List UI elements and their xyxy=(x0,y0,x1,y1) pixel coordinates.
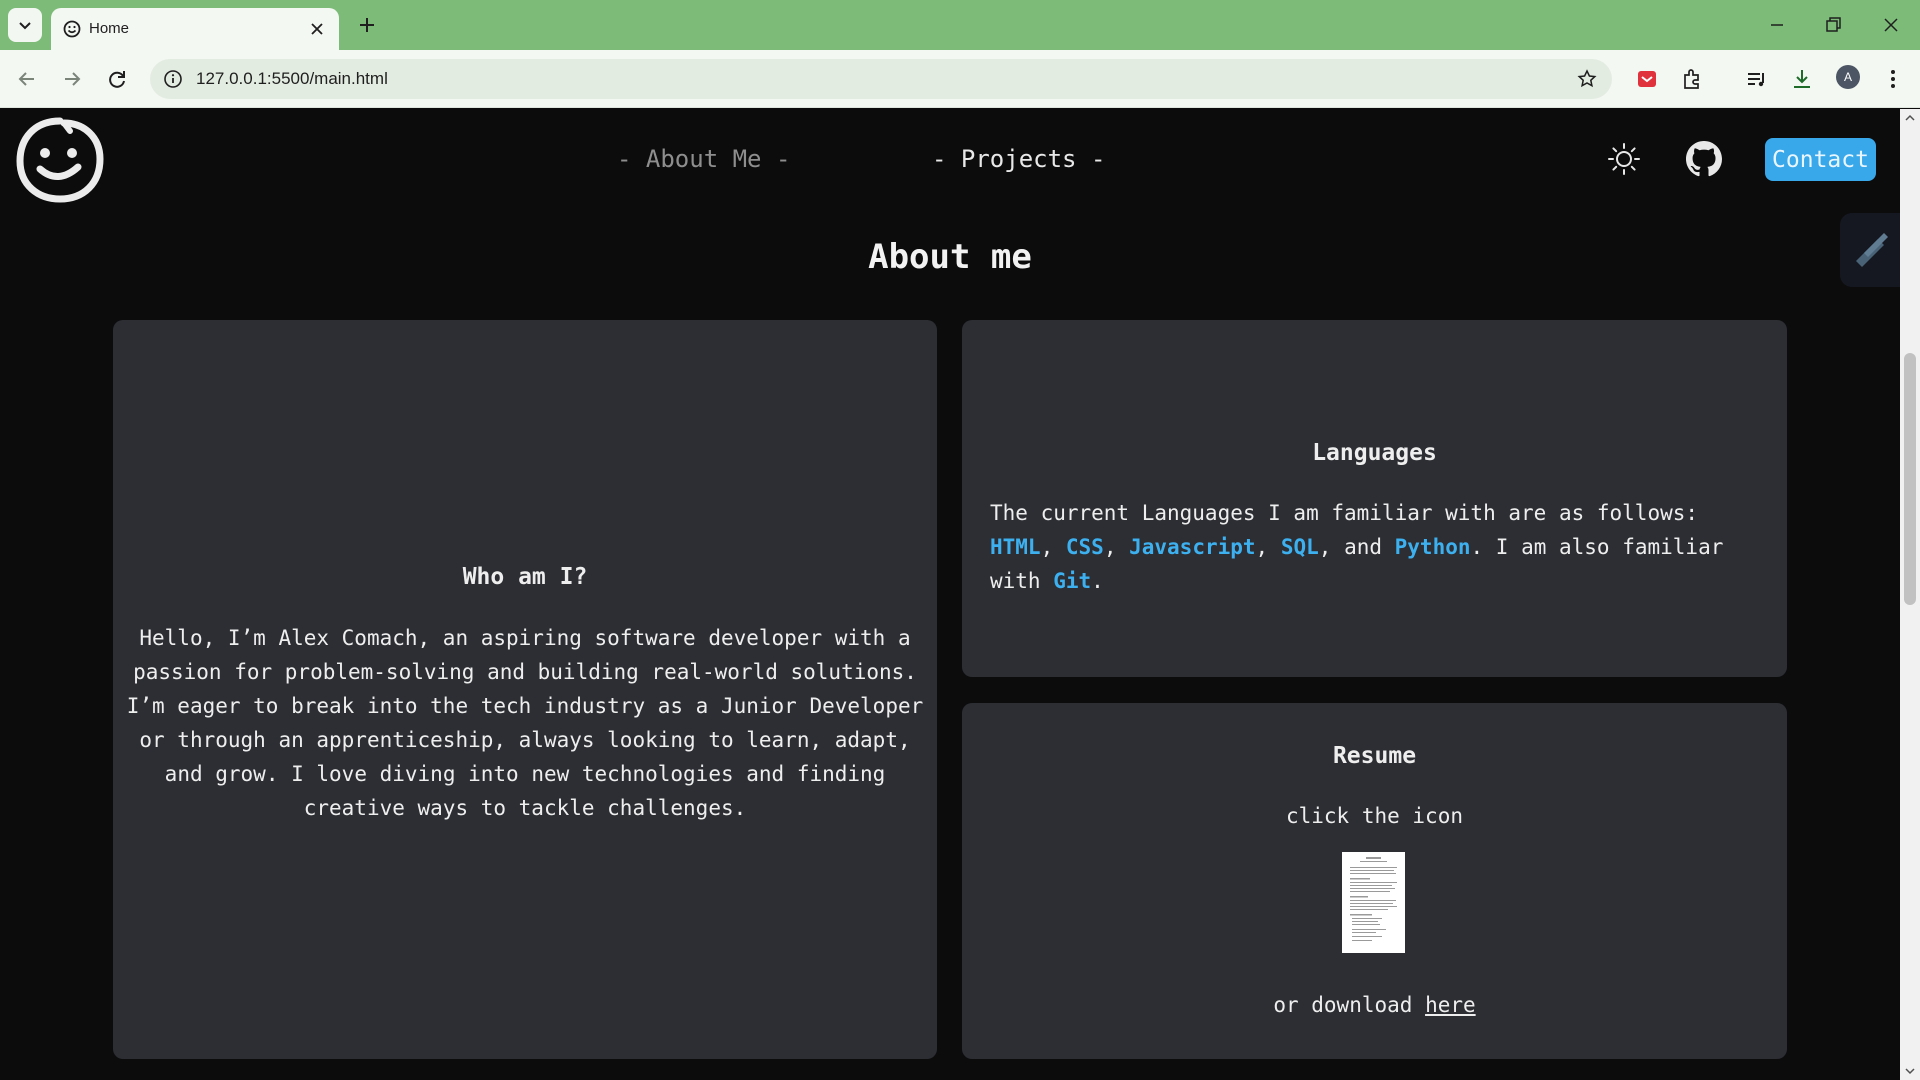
window-close-icon[interactable] xyxy=(1880,14,1902,36)
resume-download-link[interactable]: here xyxy=(1425,993,1476,1017)
resume-title: Resume xyxy=(1332,743,1417,769)
resume-download-prefix: or download xyxy=(1273,993,1426,1017)
language-html: HTML xyxy=(990,535,1041,559)
chevron-down-icon xyxy=(19,22,31,30)
nav-about-me[interactable]: - About Me - xyxy=(617,145,790,173)
separator: , and xyxy=(1318,535,1395,559)
page-viewport: - About Me - - Projects - Contact About … xyxy=(0,109,1900,1080)
forward-icon[interactable] xyxy=(59,66,85,92)
github-icon[interactable] xyxy=(1686,141,1722,177)
sentence-end: . xyxy=(1091,569,1104,593)
separator: , xyxy=(1040,535,1066,559)
download-icon[interactable] xyxy=(1789,66,1815,92)
languages-text: The current Languages I am familiar with… xyxy=(990,496,1765,598)
site-header: - About Me - - Projects - Contact xyxy=(0,109,1900,209)
bookmark-star-icon[interactable] xyxy=(1576,68,1598,90)
tab-search-button[interactable] xyxy=(8,8,42,42)
contact-button[interactable]: Contact xyxy=(1765,138,1876,181)
browser-toolbar: 127.0.0.1:5500/main.html xyxy=(0,50,1920,108)
smiley-icon xyxy=(63,20,81,38)
resume-document-icon[interactable] xyxy=(1342,852,1405,953)
pocket-icon[interactable] xyxy=(1634,66,1660,92)
media-controls-icon[interactable] xyxy=(1744,66,1770,92)
browser-titlebar: Home xyxy=(0,0,1920,50)
resume-card: Resume click the icon or download here xyxy=(962,703,1787,1059)
languages-card: Languages The current Languages I am fam… xyxy=(962,320,1787,677)
sun-icon[interactable] xyxy=(1606,141,1642,177)
who-am-i-title: Who am I? xyxy=(462,564,588,590)
languages-title: Languages xyxy=(1312,440,1437,466)
resume-hint: click the icon xyxy=(1285,804,1463,828)
separator: , xyxy=(1255,535,1281,559)
language-python: Python xyxy=(1394,535,1471,559)
nav-projects[interactable]: - Projects - xyxy=(932,145,1105,173)
menu-dots-icon[interactable] xyxy=(1880,66,1906,92)
resume-download-line: or download here xyxy=(962,988,1787,1022)
url-text[interactable]: 127.0.0.1:5500/main.html xyxy=(196,69,388,89)
page-scrollbar[interactable] xyxy=(1900,109,1920,1080)
address-bar[interactable]: 127.0.0.1:5500/main.html xyxy=(150,59,1612,99)
back-icon[interactable] xyxy=(14,66,40,92)
smiley-logo[interactable] xyxy=(12,115,108,203)
site-info-icon[interactable] xyxy=(162,68,184,90)
new-tab-icon[interactable] xyxy=(355,13,379,37)
who-am-i-card: Who am I? Hello, I’m Alex Comach, an asp… xyxy=(113,320,937,1059)
extensions-icon[interactable] xyxy=(1679,66,1705,92)
language-css: CSS xyxy=(1065,535,1104,559)
tool-git: Git xyxy=(1053,569,1092,593)
page-title: About me xyxy=(868,237,1032,277)
close-icon[interactable] xyxy=(307,19,327,39)
language-javascript: Javascript xyxy=(1129,535,1256,559)
restore-icon[interactable] xyxy=(1822,14,1844,36)
scrollbar-thumb[interactable] xyxy=(1904,353,1916,605)
tab-title: Home xyxy=(89,20,130,37)
language-sql: SQL xyxy=(1280,535,1319,559)
who-am-i-text: Hello, I’m Alex Comach, an aspiring soft… xyxy=(126,626,924,820)
languages-intro: The current Languages I am familiar with… xyxy=(990,501,1699,525)
separator: , xyxy=(1103,535,1130,559)
scroll-down-icon[interactable] xyxy=(1905,1066,1915,1076)
minimize-icon[interactable] xyxy=(1766,14,1788,36)
profile-avatar[interactable]: A xyxy=(1836,65,1860,89)
reload-icon[interactable] xyxy=(104,66,130,92)
scroll-up-icon[interactable] xyxy=(1905,113,1915,123)
browser-tab-home[interactable]: Home xyxy=(51,8,339,50)
